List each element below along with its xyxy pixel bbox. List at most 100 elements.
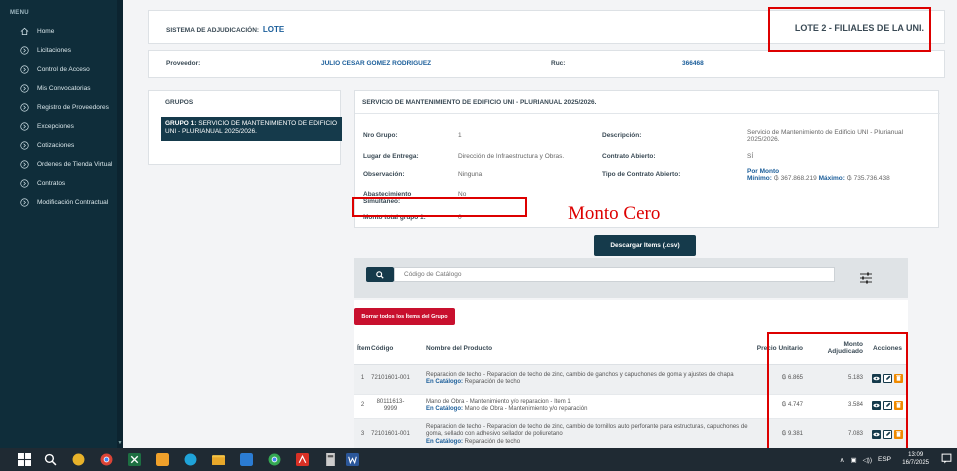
sidebar-title: MENU <box>10 10 29 16</box>
sidebar-item-cotizaciones[interactable]: Cotizaciones <box>0 136 123 155</box>
nro-grupo-label: Nro Grupo: <box>363 132 398 139</box>
highlight-box-monto <box>352 197 527 217</box>
notification-icon[interactable] <box>941 453 952 464</box>
delete-all-items-button[interactable]: Borrar todos los Ítems del Grupo <box>354 308 455 325</box>
product-name: Reparacion de techo - Reparacion de tech… <box>426 371 734 378</box>
chrome-icon[interactable] <box>100 453 113 466</box>
col-codigo[interactable]: Código <box>371 333 410 365</box>
sidebar-menu: Home Licitaciones Control de Acceso Mis … <box>0 22 123 212</box>
proveedor-label: Proveedor: <box>166 60 201 67</box>
sidebar-item-licitaciones[interactable]: Licitaciones <box>0 41 123 60</box>
product-name: Reparacion de techo - Reparacion de tech… <box>426 423 748 438</box>
contrato-abierto-label: Contrato Abierto: <box>602 153 656 160</box>
cell-item: 2 <box>354 394 371 419</box>
sidebar-item-ordenes-tienda[interactable]: Ordenes de Tienda Virtual <box>0 155 123 174</box>
sistema-label: SISTEMA DE ADJUDICACIÓN: <box>166 27 260 34</box>
sidebar-item-label: Control de Acceso <box>37 66 90 73</box>
app-icon[interactable] <box>156 453 169 466</box>
chevron-circle-icon <box>20 141 29 150</box>
volume-icon[interactable]: ◁)) <box>863 456 872 464</box>
montos-range: Mínimo: ₲ 367.868.219 Máximo: ₲ 735.736.… <box>747 175 890 182</box>
nro-grupo-value: 1 <box>458 132 462 139</box>
annotation-monto-cero: Monto Cero <box>568 203 661 224</box>
highlight-box-lote <box>768 7 931 52</box>
taskbar: ∧ ▣ ◁)) ESP 13:09 16/7/2025 <box>0 448 957 471</box>
pdf-icon[interactable] <box>296 453 309 466</box>
sidebar: MENU Home Licitaciones Control de Acceso… <box>0 0 123 448</box>
clock-date: 16/7/2025 <box>902 460 929 466</box>
sidebar-item-label: Cotizaciones <box>37 142 75 149</box>
sidebar-item-home[interactable]: Home <box>0 22 123 41</box>
file-explorer-icon[interactable] <box>212 453 225 466</box>
excel-icon[interactable] <box>128 453 141 466</box>
descripcion-label: Descripción: <box>602 132 642 139</box>
app-icon[interactable] <box>324 453 337 466</box>
sistema-adjudicacion: SISTEMA DE ADJUDICACIÓN: LOTE <box>166 25 284 34</box>
chevron-circle-icon <box>20 103 29 112</box>
cell-codigo: 80111613-9999 <box>371 394 410 419</box>
lugar-label: Lugar de Entrega: <box>363 153 419 160</box>
sidebar-item-label: Contratos <box>37 180 66 187</box>
cell-nombre: Reparacion de techo - Reparacion de tech… <box>410 364 751 395</box>
sidebar-item-registro-proveedores[interactable]: Registro de Proveedores <box>0 98 123 117</box>
edge-icon[interactable] <box>184 453 197 466</box>
grupos-card: GRUPOS GRUPO 1: SERVICIO DE MANTENIMIENT… <box>148 90 342 165</box>
chevron-circle-icon <box>20 65 29 74</box>
app-icon[interactable] <box>72 453 85 466</box>
sidebar-item-label: Modificación Contractual <box>37 199 109 206</box>
filter-sliders-icon[interactable] <box>859 272 873 284</box>
sidebar-item-label: Licitaciones <box>37 47 71 54</box>
divider <box>355 113 940 114</box>
chrome-icon[interactable] <box>268 453 281 466</box>
sidebar-item-modificacion[interactable]: Modificación Contractual <box>0 193 123 212</box>
col-item[interactable]: Ítem <box>354 333 371 365</box>
sistema-value: LOTE <box>262 25 285 34</box>
search-button[interactable] <box>366 267 394 282</box>
sidebar-item-contratos[interactable]: Contratos <box>0 174 123 193</box>
observacion-label: Observación: <box>363 171 405 178</box>
minimo-label: Mínimo: <box>747 175 772 182</box>
sidebar-item-excepciones[interactable]: Excepciones <box>0 117 123 136</box>
chevron-circle-icon <box>20 84 29 93</box>
catalog-value: Reparación de techo <box>464 379 521 385</box>
cell-nombre: Reparacion de techo - Reparacion de tech… <box>410 418 751 453</box>
ruc-label: Ruc: <box>551 60 566 67</box>
chevron-circle-icon <box>20 160 29 169</box>
sidebar-item-label: Ordenes de Tienda Virtual <box>37 161 113 168</box>
sidebar-item-control-acceso[interactable]: Control de Acceso <box>0 60 123 79</box>
descripcion-value: Servicio de Mantenimiento de Edificio UN… <box>747 129 904 143</box>
search-icon[interactable] <box>44 453 57 466</box>
search-panel <box>354 258 908 298</box>
catalog-label: En Catálogo: <box>426 406 463 412</box>
tipo-contrato-label: Tipo de Contrato Abierto: <box>602 171 681 178</box>
lugar-value: Dirección de Infraestructura y Obras. <box>458 153 565 160</box>
grupo-item-1[interactable]: GRUPO 1: SERVICIO DE MANTENIMIENTO DE ED… <box>161 117 342 141</box>
sidebar-item-label: Excepciones <box>37 123 74 130</box>
catalog-value: Reparación de techo <box>464 438 521 445</box>
download-items-button[interactable]: Descargar Items (.csv) <box>594 235 696 256</box>
word-icon[interactable] <box>346 453 359 466</box>
catalog-label: En Catálogo: <box>426 438 463 445</box>
chevron-circle-icon <box>20 122 29 131</box>
app-icon[interactable] <box>240 453 253 466</box>
cell-codigo: 72101601-001 <box>371 364 410 395</box>
catalog-label: En Catálogo: <box>426 379 463 385</box>
sidebar-item-label: Registro de Proveedores <box>37 104 109 111</box>
contrato-abierto-value: SÍ <box>747 153 754 160</box>
search-icon <box>376 270 384 279</box>
tipo-contrato-value: Por Monto <box>747 168 780 175</box>
home-icon <box>20 27 29 36</box>
sidebar-item-mis-convocatorias[interactable]: Mis Convocatorias <box>0 79 123 98</box>
product-name: Mano de Obra - Mantenimiento y/o reparac… <box>426 398 571 405</box>
network-icon[interactable]: ▣ <box>851 456 857 464</box>
detail-title: SERVICIO DE MANTENIMIENTO DE EDIFICIO UN… <box>362 99 597 106</box>
clock-time: 13:09 <box>908 452 924 458</box>
clock[interactable]: 13:09 16/7/2025 <box>902 451 929 467</box>
highlight-box-precios <box>767 332 908 454</box>
chevron-up-icon[interactable]: ∧ <box>840 456 845 464</box>
search-input[interactable] <box>394 267 835 282</box>
language-indicator[interactable]: ESP <box>878 456 891 463</box>
col-nombre[interactable]: Nombre del Producto <box>410 333 751 365</box>
chevron-circle-icon <box>20 179 29 188</box>
windows-start-icon[interactable] <box>18 453 31 466</box>
